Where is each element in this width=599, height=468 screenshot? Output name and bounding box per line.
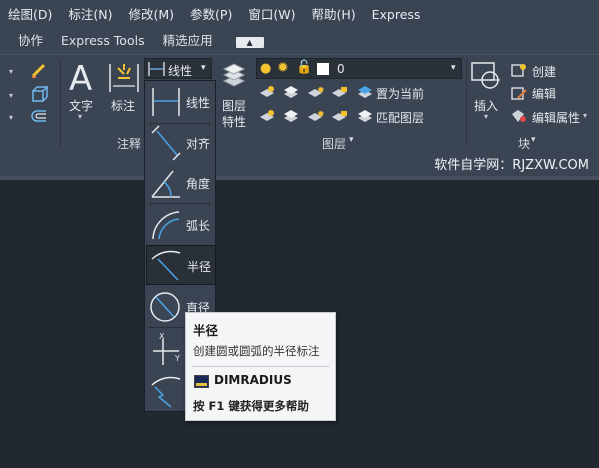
chevron-down-icon[interactable]: ▾ [531, 135, 536, 145]
sun-icon: ✹ [277, 60, 289, 76]
dimension-tool-label[interactable]: 标注 [111, 97, 135, 114]
flyout-label-linear: 线性 [186, 96, 211, 110]
flyout-item-aligned[interactable]: 对齐 [146, 123, 216, 163]
linear-dimension-icon [152, 88, 180, 116]
layer-properties-icon[interactable] [220, 59, 248, 91]
chevron-down-icon[interactable]: ▾ [583, 111, 587, 120]
caret-up-icon: ▲ [246, 37, 253, 47]
set-current-layer-icon[interactable] [356, 85, 374, 99]
chevron-down-icon[interactable]: ▾ [78, 112, 82, 121]
current-layer-value: 0 [337, 62, 345, 76]
panel-divider [60, 59, 61, 147]
menu-window[interactable]: 窗口(W) [240, 0, 303, 30]
diameter-dimension-icon [150, 292, 180, 322]
text-icon[interactable]: A [66, 59, 98, 99]
panel-divider [466, 59, 467, 147]
menu-dimension[interactable]: 标注(N) [60, 0, 120, 30]
create-block-icon[interactable] [510, 62, 528, 78]
layer-dropdown[interactable]: ● ✹ 🔓 0 ▾ [256, 58, 462, 79]
watermark-text: 软件自学网：RJZXW.COM [434, 158, 589, 173]
layer-unlock-icon[interactable] [330, 109, 348, 123]
flyout-label-radius: 半径 [187, 260, 212, 274]
svg-text:Y: Y [174, 354, 180, 363]
tooltip-divider [192, 366, 329, 367]
jogged-dimension-icon [151, 376, 181, 408]
chevron-down-icon[interactable]: ▾ [484, 112, 488, 121]
edit-attributes-icon[interactable] [510, 108, 528, 124]
edit-attributes-label[interactable]: 编辑属性 [532, 109, 580, 126]
dimension-type-value: 线性 [168, 64, 193, 78]
menu-modify[interactable]: 修改(M) [121, 0, 183, 30]
layer-properties-label-1[interactable]: 图层 [222, 97, 246, 114]
chevron-down-icon: ▾ [201, 63, 206, 73]
menu-help[interactable]: 帮助(H) [303, 0, 363, 30]
tooltip: 半径 创建圆或圆弧的半径标注 DIMRADIUS 按 F1 键获得更多帮助 [185, 312, 336, 421]
chevron-down-icon[interactable]: ▾ [349, 135, 354, 145]
menu-express[interactable]: Express [364, 0, 429, 30]
layer-isolate-icon[interactable] [282, 85, 300, 99]
layer-on-icon[interactable] [258, 109, 276, 123]
linear-dimension-icon [148, 62, 165, 76]
chevron-down-icon[interactable]: ▾ [9, 67, 13, 76]
status-strip: 软件自学网：RJZXW.COM [0, 150, 599, 176]
edit-block-icon[interactable] [510, 85, 528, 101]
tooltip-title: 半径 [193, 323, 219, 338]
layer-freeze-icon[interactable]: ✹ [306, 85, 325, 99]
cube-icon[interactable] [30, 85, 49, 103]
tooltip-help: 按 F1 键获得更多帮助 [193, 399, 309, 413]
menu-bar: 绘图(D) 标注(N) 修改(M) 参数(P) 窗口(W) 帮助(H) Expr… [0, 0, 599, 30]
flyout-label-arc-length: 弧长 [186, 219, 211, 233]
tab-collaborate[interactable]: 协作 [0, 30, 52, 54]
unlock-icon: 🔓 [296, 60, 313, 75]
tab-featured-apps[interactable]: 精选应用 [154, 30, 222, 54]
match-layer-label[interactable]: 匹配图层 [376, 109, 424, 126]
layer-properties-label-2[interactable]: 特性 [222, 113, 246, 130]
color-swatch-icon [317, 63, 329, 75]
chevron-down-icon[interactable]: ▾ [9, 113, 13, 122]
layer-unisolate-icon[interactable] [282, 109, 300, 123]
svg-text:✹: ✹ [317, 110, 324, 120]
flyout-label-aligned: 对齐 [186, 137, 211, 151]
tooltip-command: DIMRADIUS [214, 373, 292, 387]
flyout-divider [149, 203, 211, 204]
ordinate-dimension-icon: XY [153, 332, 180, 365]
insert-block-icon[interactable] [470, 58, 502, 92]
match-layer-icon[interactable] [356, 109, 374, 123]
pen-icon[interactable] [30, 61, 48, 79]
arc-length-icon [152, 211, 180, 240]
offset-icon[interactable] [30, 107, 48, 125]
command-line-icon [194, 375, 209, 388]
flyout-item-radius[interactable]: 半径 [146, 245, 216, 285]
chevron-down-icon[interactable]: ▾ [9, 91, 13, 100]
flyout-item-linear[interactable]: 线性 [146, 82, 216, 122]
tab-express-tools[interactable]: Express Tools [52, 30, 154, 54]
flyout-label-angular: 角度 [186, 177, 211, 191]
dimension-type-dropdown[interactable]: 线性 ▾ [144, 58, 212, 79]
tooltip-description: 创建圆或圆弧的半径标注 [193, 344, 320, 358]
radius-dimension-icon [151, 250, 181, 281]
layer-thaw-icon[interactable]: ✹ [306, 109, 325, 123]
angular-dimension-icon [151, 170, 180, 198]
svg-text:✹: ✹ [317, 86, 324, 96]
svg-text:A: A [69, 59, 92, 95]
ribbon-minimize-toggle[interactable]: ▲ [235, 36, 264, 48]
lightbulb-icon: ● [260, 61, 272, 76]
ribbon: ▾ ▾ ▾ A 文字 ▾ 标注 线性 ▾ 注释 图层 特性 ● ✹ 🔓 0 ▾ … [0, 54, 599, 151]
layer-lock-icon[interactable] [330, 85, 348, 99]
create-block-label[interactable]: 创建 [532, 63, 556, 80]
chevron-down-icon: ▾ [451, 63, 456, 73]
menu-parametric[interactable]: 参数(P) [182, 0, 240, 30]
dimension-icon[interactable] [108, 60, 140, 94]
edit-block-label[interactable]: 编辑 [532, 85, 556, 102]
flyout-item-arc-length[interactable]: 弧长 [146, 205, 216, 245]
flyout-item-angular[interactable]: 角度 [146, 163, 216, 203]
svg-text:X: X [159, 332, 165, 341]
menu-draw[interactable]: 绘图(D) [0, 0, 60, 30]
set-current-layer-label[interactable]: 置为当前 [376, 85, 424, 102]
layer-off-icon[interactable] [258, 85, 276, 99]
ribbon-tab-bar: 协作 Express Tools 精选应用 ▲ [0, 30, 599, 54]
aligned-dimension-icon [151, 125, 181, 161]
